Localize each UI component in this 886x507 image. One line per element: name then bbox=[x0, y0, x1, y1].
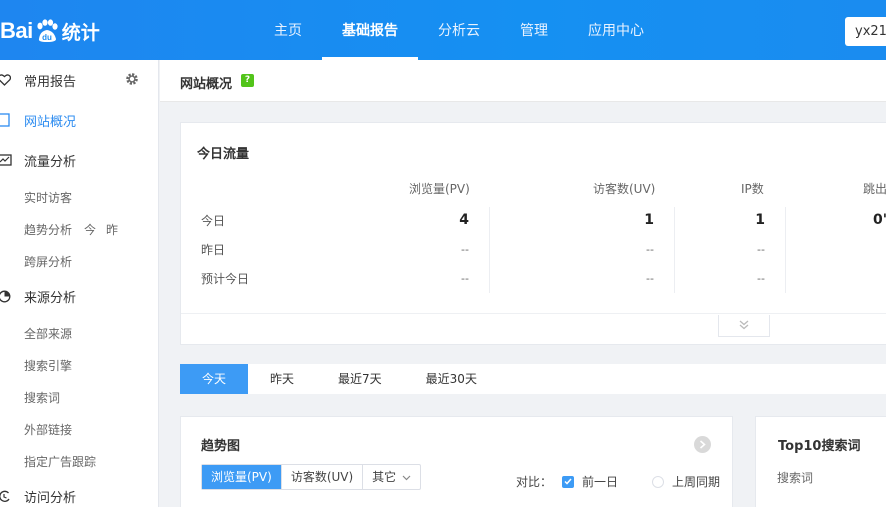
nav-analytics-cloud[interactable]: 分析云 bbox=[418, 0, 500, 60]
sidebar-item-cross-screen[interactable]: 跨屏分析 bbox=[24, 253, 72, 270]
double-chevron-down-icon bbox=[738, 319, 750, 333]
metric-uv-button[interactable]: 访客数(UV) bbox=[282, 465, 364, 489]
expand-button[interactable] bbox=[718, 315, 770, 337]
sidebar-item-external-links[interactable]: 外部链接 bbox=[24, 421, 72, 438]
divider bbox=[181, 313, 886, 314]
sidebar-item-realtime-visitors[interactable]: 实时访客 bbox=[24, 189, 72, 206]
visit-icon bbox=[0, 488, 12, 504]
row-label-forecast: 预计今日 bbox=[201, 272, 250, 286]
column-header-uv: 访客数(UV) bbox=[593, 182, 656, 196]
baidu-tongji-logo[interactable]: Bai du 统计 bbox=[0, 14, 100, 48]
forecast-ip-value: -- bbox=[757, 272, 765, 285]
top-bar: Bai du 统计 主页 基础报告 分析云 管理 应用中心 yx21. bbox=[0, 0, 886, 60]
sidebar-item-visit-analysis[interactable]: 访问分析 bbox=[0, 476, 159, 507]
today-pv-value: 4 bbox=[459, 212, 469, 228]
compare-label: 对比： bbox=[516, 475, 553, 489]
yesterday-pv-value: -- bbox=[461, 243, 469, 256]
sidebar: 常用报告 网站概况 流量分析 实时访客 趋势分析今昨 跨屏分析 来源分析 全部来… bbox=[0, 60, 159, 507]
sidebar-item-site-overview[interactable]: 网站概况 bbox=[0, 100, 159, 140]
chevron-right-icon[interactable] bbox=[694, 436, 711, 453]
sidebar-item-search-engine[interactable]: 搜索引擎 bbox=[24, 357, 72, 374]
column-divider bbox=[674, 207, 675, 293]
sidebar-label: 来源分析 bbox=[24, 290, 77, 306]
forecast-pv-value: -- bbox=[461, 272, 469, 285]
tab-last-30-days[interactable]: 最近30天 bbox=[404, 364, 499, 394]
nav-management[interactable]: 管理 bbox=[500, 0, 568, 60]
svg-text:du: du bbox=[42, 33, 52, 42]
gear-icon[interactable] bbox=[125, 72, 139, 86]
today-traffic-card: 今日流量 浏览量(PV) 访客数(UV) IP数 跳出 今日 4 1 1 0' … bbox=[180, 122, 886, 345]
site-selector[interactable]: yx21. bbox=[845, 17, 886, 46]
column-header-pv: 浏览量(PV) bbox=[409, 182, 470, 196]
page-title: 网站概况 bbox=[180, 77, 233, 92]
yesterday-uv-value: -- bbox=[646, 243, 654, 256]
today-ip-value: 1 bbox=[755, 212, 765, 228]
chevron-down-icon bbox=[402, 467, 411, 491]
metric-pv-button[interactable]: 浏览量(PV) bbox=[202, 465, 282, 489]
sidebar-label: 常用报告 bbox=[24, 74, 77, 90]
sidebar-item-search-words[interactable]: 搜索词 bbox=[24, 389, 60, 406]
yesterday-ip-value: -- bbox=[757, 243, 765, 256]
help-icon[interactable]: ? bbox=[241, 74, 254, 87]
metric-other-dropdown[interactable]: 其它 bbox=[363, 465, 420, 489]
column-header-search-word: 搜索词 bbox=[777, 471, 814, 485]
tab-last-7-days[interactable]: 最近7天 bbox=[316, 364, 404, 394]
trend-chart-card: 趋势图 浏览量(PV) 访客数(UV) 其它 对比： 前一日 上周同期 bbox=[180, 416, 733, 507]
sidebar-label: 流量分析 bbox=[24, 154, 77, 170]
page-header: 网站概况 ? bbox=[160, 60, 886, 102]
sidebar-item-common-reports[interactable]: 常用报告 bbox=[0, 60, 159, 100]
nav-app-center[interactable]: 应用中心 bbox=[568, 0, 664, 60]
column-header-bounce: 跳出 bbox=[863, 182, 886, 196]
sidebar-item-traffic-analysis[interactable]: 流量分析 bbox=[0, 140, 159, 180]
date-range-tabs: 今天 昨天 最近7天 最近30天 bbox=[180, 364, 886, 394]
sidebar-label: 网站概况 bbox=[24, 114, 77, 130]
sidebar-item-source-analysis[interactable]: 来源分析 bbox=[0, 276, 159, 316]
dropdown-label: 其它 bbox=[372, 470, 397, 484]
metric-selector: 浏览量(PV) 访客数(UV) 其它 bbox=[201, 464, 422, 490]
prev-day-checkbox[interactable] bbox=[562, 475, 575, 488]
compare-options: 对比： 前一日 上周同期 bbox=[516, 473, 720, 490]
sidebar-label: 趋势分析 bbox=[24, 223, 73, 237]
tab-yesterday[interactable]: 昨天 bbox=[248, 364, 316, 394]
heart-icon bbox=[0, 72, 12, 88]
baidu-paw-icon: du bbox=[34, 19, 60, 43]
card-title: 今日流量 bbox=[197, 147, 250, 162]
card-title: 趋势图 bbox=[201, 439, 241, 454]
nav-home[interactable]: 主页 bbox=[254, 0, 322, 60]
today-uv-value: 1 bbox=[644, 212, 654, 228]
prev-day-label: 前一日 bbox=[582, 475, 619, 489]
column-divider bbox=[489, 207, 490, 293]
nav-basic-reports[interactable]: 基础报告 bbox=[322, 0, 418, 60]
trend-yesterday-link[interactable]: 昨 bbox=[106, 223, 118, 237]
forecast-uv-value: -- bbox=[646, 272, 654, 285]
today-bounce-value: 0' bbox=[873, 212, 886, 228]
logo-text-tongji: 统计 bbox=[61, 21, 100, 44]
row-label-today: 今日 bbox=[201, 214, 226, 228]
sidebar-item-trend-analysis[interactable]: 趋势分析今昨 bbox=[24, 221, 118, 238]
card-title: Top10搜索词 bbox=[778, 439, 861, 454]
column-divider bbox=[785, 207, 786, 293]
logo-text-bai: Bai bbox=[0, 18, 33, 43]
sidebar-item-ad-tracking[interactable]: 指定广告跟踪 bbox=[24, 453, 96, 470]
column-header-ip: IP数 bbox=[741, 182, 764, 196]
top10-search-words-card: Top10搜索词 搜索词 bbox=[755, 416, 886, 507]
sidebar-label: 访问分析 bbox=[24, 490, 77, 506]
last-week-radio[interactable] bbox=[652, 475, 665, 488]
last-week-label: 上周同期 bbox=[672, 475, 721, 489]
sidebar-item-all-sources[interactable]: 全部来源 bbox=[24, 325, 72, 342]
trend-today-link[interactable]: 今 bbox=[84, 223, 96, 237]
main-nav: 主页 基础报告 分析云 管理 应用中心 bbox=[254, 0, 664, 60]
line-chart-icon bbox=[0, 152, 12, 168]
row-label-yesterday: 昨日 bbox=[201, 243, 226, 257]
tab-today[interactable]: 今天 bbox=[180, 364, 249, 394]
pie-chart-icon bbox=[0, 288, 12, 304]
page-icon bbox=[0, 112, 12, 128]
